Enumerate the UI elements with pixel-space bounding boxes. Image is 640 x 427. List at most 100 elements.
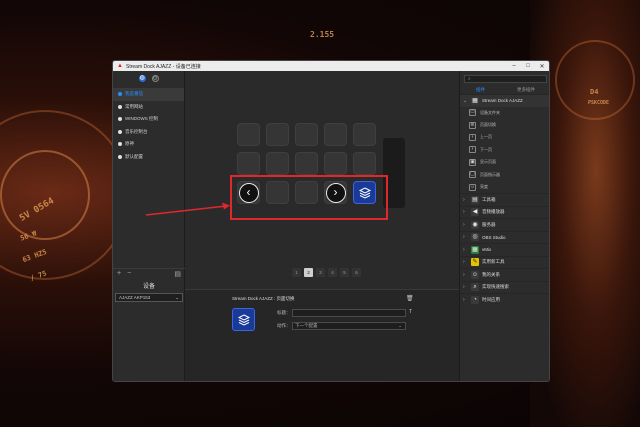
profile-label: 原神	[125, 141, 134, 147]
plugin-action[interactable]: ▭ 设备文件夹	[460, 107, 549, 119]
deck-key[interactable]	[295, 152, 318, 175]
deck-key[interactable]	[324, 123, 347, 146]
plugin-group[interactable]: › ▤ 工具箱	[460, 193, 549, 206]
plugin-action-label: 显示页面	[480, 159, 496, 165]
chevron-right-icon: ›	[463, 284, 465, 291]
title-field[interactable]	[292, 309, 406, 317]
chevron-right-icon: ›	[463, 296, 465, 303]
plugin-action[interactable]: ☼ 亮度	[460, 181, 549, 193]
brightness-icon: ☼	[469, 183, 476, 191]
action-title: Stream Dock AJAZZ : 页面切换	[232, 296, 295, 301]
minimize-button[interactable]: –	[507, 63, 521, 69]
plugin-action[interactable]: ▢ 页面指示器	[460, 168, 549, 180]
page-button[interactable]: 6	[352, 268, 361, 277]
remove-profile-button[interactable]: −	[127, 270, 131, 277]
profile-item[interactable]: 常用网站	[113, 101, 184, 114]
arrow-head	[222, 202, 230, 210]
deck-key[interactable]	[237, 152, 260, 175]
add-profile-button[interactable]: +	[117, 270, 121, 277]
window-title: Stream Dock AJAZZ - 设备已连接	[126, 63, 201, 70]
plugin-tabs: 插件 更多插件	[460, 86, 549, 94]
chevron-left-icon: ‹	[469, 133, 476, 141]
profile-item[interactable]: 默认配置	[113, 151, 184, 164]
text-format-icon[interactable]: T	[409, 309, 412, 315]
plugin-action[interactable]: ▣ 显示页面	[460, 156, 549, 168]
page-button[interactable]: 4	[328, 268, 337, 277]
chevron-down-icon: ⌄	[463, 97, 468, 104]
plugin-action[interactable]: › 下一页	[460, 144, 549, 156]
maximize-button[interactable]: □	[521, 63, 535, 69]
chevron-down-icon: ⌄	[398, 323, 402, 328]
settings-icon[interactable]: ⚙	[151, 75, 159, 82]
chevron-down-icon: ⌄	[175, 294, 179, 300]
page-button[interactable]: 2	[304, 268, 313, 277]
deck-key[interactable]	[237, 123, 260, 146]
device-select-value: AJAZZ AKP153	[119, 295, 151, 300]
tool-icon: ✎	[471, 258, 479, 267]
search-icon: ⌕	[468, 76, 471, 82]
vmix-icon: ▦	[471, 245, 479, 254]
page-button[interactable]: 1	[292, 268, 301, 277]
globe-icon[interactable]: ◍	[138, 75, 146, 82]
profile-item[interactable]: 我是番茄	[113, 88, 184, 101]
search-input[interactable]: ⌕	[464, 75, 547, 83]
plugin-group[interactable]: › ◀ 音频播放器	[460, 205, 549, 219]
deck-key[interactable]	[324, 152, 347, 175]
plugin-action-label: 页面指示器	[480, 171, 500, 177]
plugin-action[interactable]: ≋ 页面切换	[460, 119, 549, 131]
highlight-box	[230, 175, 388, 220]
wallpaper-number: PSKCODE	[588, 100, 610, 106]
plugin-action[interactable]: ‹ 上一页	[460, 131, 549, 143]
plugin-group[interactable]: › ◉ 服务器	[460, 218, 549, 231]
profile-item[interactable]: 音乐控制台	[113, 126, 184, 139]
deck-key[interactable]	[353, 152, 376, 175]
plugin-group[interactable]: › ▦ vMix	[460, 243, 549, 256]
plugin-group-label: OBS Studio	[482, 234, 506, 240]
title-bar: ▲ Stream Dock AJAZZ - 设备已连接 – □ ✕	[113, 61, 549, 71]
profile-label: 我是番茄	[125, 91, 143, 97]
plugin-action-label: 设备文件夹	[480, 109, 500, 115]
page-button[interactable]: 5	[340, 268, 349, 277]
plugin-group[interactable]: › ◎ OBS Studio	[460, 230, 549, 244]
plugin-group-stream-dock[interactable]: ⌄ ▦ Stream Dock AJAZZ	[460, 94, 549, 107]
deck-key[interactable]	[266, 152, 289, 175]
plugin-group[interactable]: › ☺ 我的关系	[460, 268, 549, 281]
close-button[interactable]: ✕	[535, 63, 549, 70]
export-icon[interactable]: ▤	[174, 270, 181, 278]
plugin-action-label: 下一页	[480, 146, 492, 152]
wallpaper-number: D4	[590, 88, 599, 96]
deck-key[interactable]	[295, 123, 318, 146]
app-logo-icon: ▲	[117, 63, 123, 69]
deck-key[interactable]	[266, 123, 289, 146]
profile-item[interactable]: WINDOWS 控制	[113, 113, 184, 126]
plugin-group[interactable]: › ◔ 时间应用	[460, 293, 549, 306]
profile-label: WINDOWS 控制	[125, 116, 158, 122]
deck-canvas: ‹ › 1 2 3 4 5 6 Stream Dock AJAZZ : 页面切换…	[185, 71, 459, 381]
tab-plugins[interactable]: 插件	[476, 87, 485, 93]
plugin-group[interactable]: › ✎ 实用新工具	[460, 255, 549, 269]
obs-icon: ◎	[471, 233, 479, 242]
action-detail-panel: Stream Dock AJAZZ : 页面切换 🗑 标题： T 动作： 下一个…	[185, 289, 459, 381]
trash-icon[interactable]: 🗑	[406, 295, 414, 302]
sidebar-tabs: ◍ ⚙	[113, 71, 184, 85]
tab-more-plugins[interactable]: 更多插件	[517, 87, 535, 93]
chevron-right-icon: ›	[469, 146, 476, 154]
plugin-group[interactable]: › ⌕ 实现快速搜索	[460, 280, 549, 294]
server-icon: ◉	[471, 220, 479, 229]
device-select[interactable]: AJAZZ AKP153 ⌄	[115, 293, 183, 302]
wallpaper-ring	[555, 40, 635, 120]
profile-item[interactable]: 原神	[113, 138, 184, 151]
profile-list: 我是番茄 常用网站 WINDOWS 控制 音乐控制台 原神 默认配置	[113, 88, 184, 163]
annotation-arrow	[145, 202, 230, 216]
profile-label: 音乐控制台	[125, 128, 148, 134]
action-icon-preview[interactable]	[232, 308, 255, 331]
profile-dot-icon	[118, 92, 122, 97]
deck-key[interactable]	[353, 123, 376, 146]
profile-label: 默认配置	[125, 153, 143, 159]
page-button[interactable]: 3	[316, 268, 325, 277]
action-select[interactable]: 下一个配置 ⌄	[292, 322, 406, 330]
plugin-action-label: 上一页	[480, 134, 492, 140]
chevron-right-icon: ›	[463, 209, 465, 216]
action-field-label: 动作：	[277, 323, 291, 328]
title-field-label: 标题：	[277, 310, 291, 315]
